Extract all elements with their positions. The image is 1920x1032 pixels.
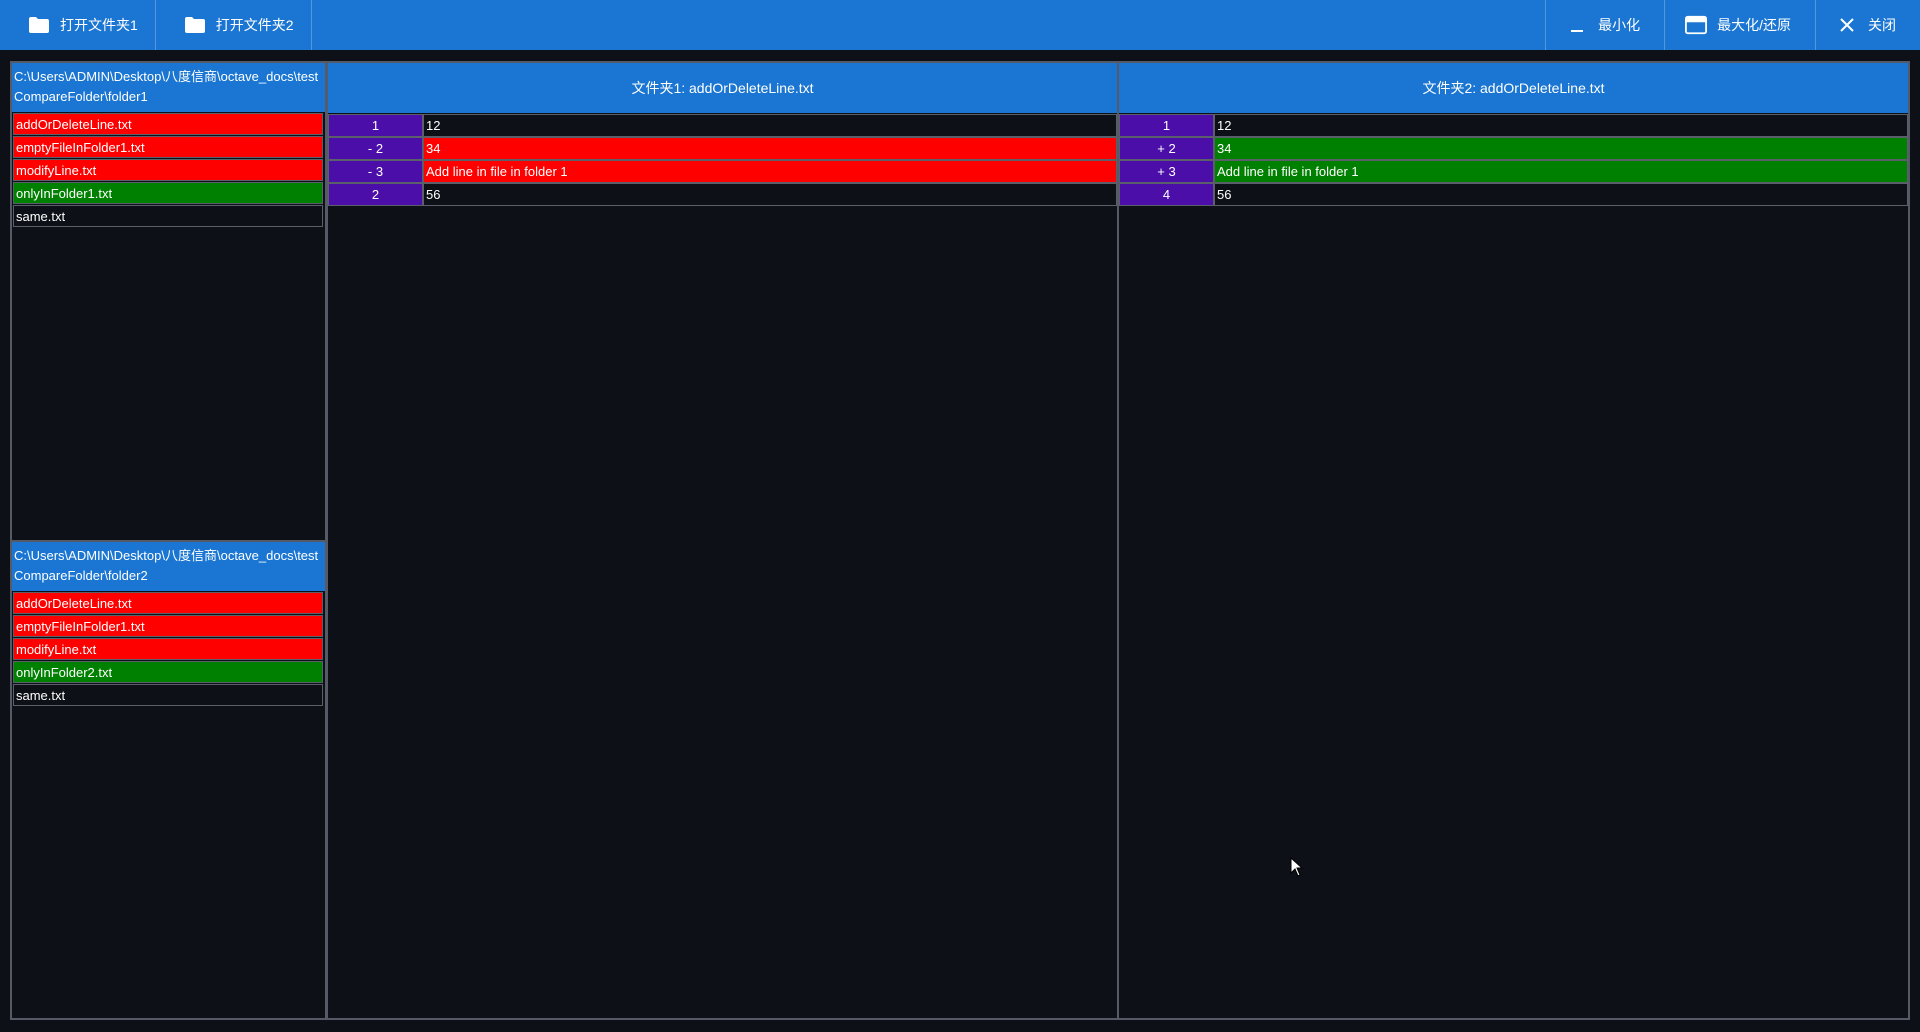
line-number: + 3 [1119,160,1214,183]
diff-row: + 2 34 [1119,137,1908,160]
line-text: 12 [423,114,1117,137]
folder1-file-item[interactable]: onlyInFolder1.txt [13,182,323,204]
folder-panel: C:\Users\ADMIN\Desktop\八度信商\octave_docs\… [10,61,327,1020]
folder2-file-item[interactable]: modifyLine.txt [13,638,323,660]
folder1-file-item[interactable]: emptyFileInFolder1.txt [13,136,323,158]
close-icon [1836,14,1858,36]
line-number: - 2 [328,137,423,160]
folder1-file-item[interactable]: addOrDeleteLine.txt [13,113,323,135]
close-label: 关闭 [1868,17,1896,33]
mouse-cursor-icon [1290,856,1304,882]
line-number: + 2 [1119,137,1214,160]
maximize-restore-label: 最大化/还原 [1717,17,1791,33]
folder1-file-item[interactable]: modifyLine.txt [13,159,323,181]
minimize-button[interactable]: 最小化 [1545,0,1664,50]
line-text: 34 [1214,137,1908,160]
line-text: Add line in file in folder 1 [423,160,1117,183]
line-text: 56 [423,183,1117,206]
toolbar: 打开文件夹1 打开文件夹2 最小化 最大化/还原 关闭 [0,0,1920,50]
open-folder1-label: 打开文件夹1 [60,17,138,33]
folder1-section: C:\Users\ADMIN\Desktop\八度信商\octave_docs\… [12,63,325,542]
open-folder2-button[interactable]: 打开文件夹2 [156,0,312,50]
diff1-title: 文件夹1: addOrDeleteLine.txt [328,63,1117,113]
folder2-section: C:\Users\ADMIN\Desktop\八度信商\octave_docs\… [12,542,325,1018]
line-number: - 3 [328,160,423,183]
maximize-icon [1685,14,1708,36]
folder2-file-list: addOrDeleteLine.txt emptyFileInFolder1.t… [12,591,325,706]
folder2-file-item[interactable]: same.txt [13,684,323,706]
folder-icon [184,14,206,36]
folder2-file-item[interactable]: emptyFileInFolder1.txt [13,615,323,637]
line-number: 1 [328,114,423,137]
diff-row: 4 56 [1119,183,1908,206]
diff1-rows: 1 12 - 2 34 - 3 Add line in file in fold… [328,113,1117,206]
folder1-file-item[interactable]: same.txt [13,205,323,227]
minimize-label: 最小化 [1598,17,1641,33]
line-number: 1 [1119,114,1214,137]
diff-panel-folder2: 文件夹2: addOrDeleteLine.txt 1 12 + 2 34 + … [1117,61,1910,1020]
diff2-rows: 1 12 + 2 34 + 3 Add line in file in fold… [1119,113,1908,206]
diff-row: - 2 34 [328,137,1117,160]
line-text: 56 [1214,183,1908,206]
folder-icon [28,14,50,36]
open-folder1-button[interactable]: 打开文件夹1 [0,0,156,50]
maximize-restore-button[interactable]: 最大化/还原 [1664,0,1815,50]
diff-row: - 3 Add line in file in folder 1 [328,160,1117,183]
diff-panel-folder1: 文件夹1: addOrDeleteLine.txt 1 12 - 2 34 - … [326,61,1119,1020]
open-folder2-label: 打开文件夹2 [215,17,294,33]
folder1-file-list: addOrDeleteLine.txt emptyFileInFolder1.t… [12,112,325,227]
diff-row: 1 12 [328,114,1117,137]
folder2-path: C:\Users\ADMIN\Desktop\八度信商\octave_docs\… [12,542,325,591]
diff-row: + 3 Add line in file in folder 1 [1119,160,1908,183]
folder2-file-item[interactable]: addOrDeleteLine.txt [13,592,323,614]
close-button[interactable]: 关闭 [1815,0,1920,50]
line-number: 2 [328,183,423,206]
diff2-title: 文件夹2: addOrDeleteLine.txt [1119,63,1908,113]
diff-row: 1 12 [1119,114,1908,137]
line-text: Add line in file in folder 1 [1214,160,1908,183]
folder2-file-item[interactable]: onlyInFolder2.txt [13,661,323,683]
line-number: 4 [1119,183,1214,206]
minimize-icon [1566,14,1588,36]
line-text: 12 [1214,114,1908,137]
line-text: 34 [423,137,1117,160]
folder1-path: C:\Users\ADMIN\Desktop\八度信商\octave_docs\… [12,63,325,112]
diff-row: 2 56 [328,183,1117,206]
